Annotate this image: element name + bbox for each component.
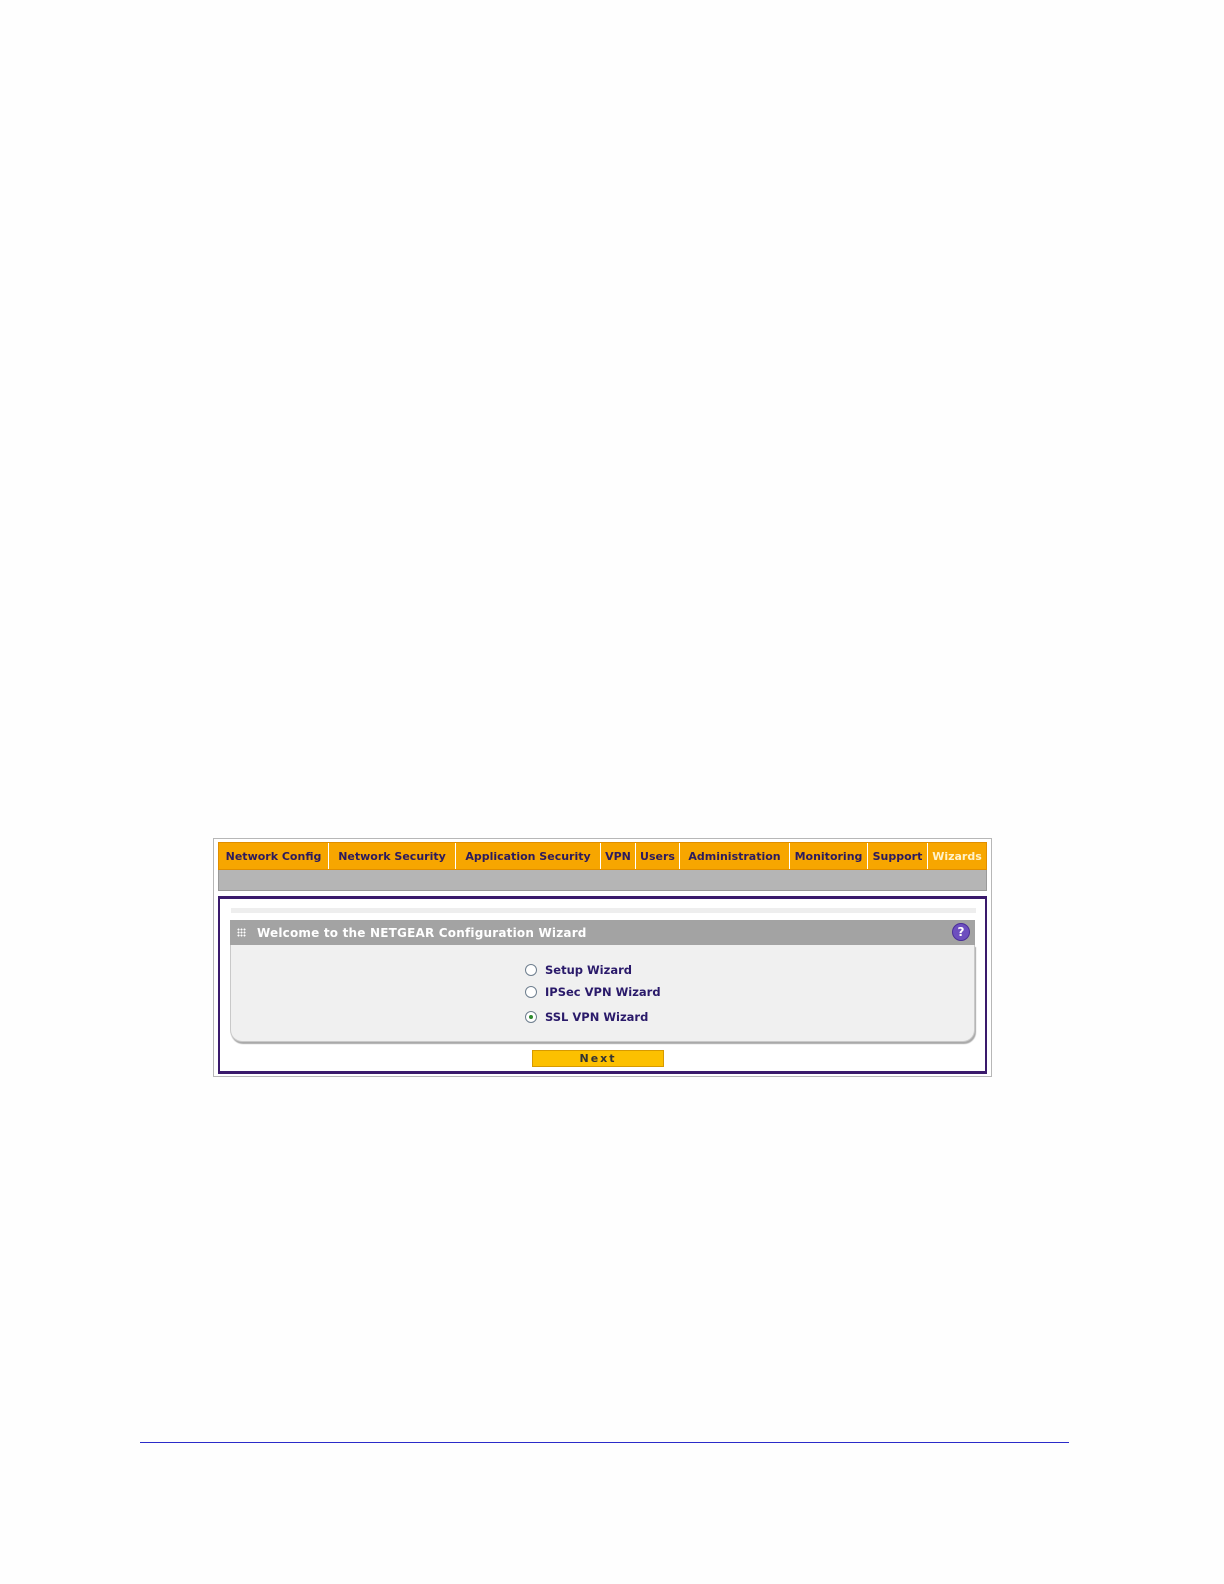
tab-application-security[interactable]: Application Security — [456, 843, 601, 869]
panel-header: Welcome to the NETGEAR Configuration Wiz… — [230, 920, 975, 945]
spacer-bar — [231, 908, 976, 913]
option-label: SSL VPN Wizard — [545, 1010, 649, 1024]
tab-network-security[interactable]: Network Security — [329, 843, 456, 869]
sub-navigation-bar — [218, 870, 987, 891]
option-ssl-vpn-wizard[interactable]: SSL VPN Wizard — [525, 1010, 648, 1024]
option-setup-wizard[interactable]: Setup Wizard — [525, 963, 632, 977]
tab-network-config[interactable]: Network Config — [219, 843, 329, 869]
option-label: Setup Wizard — [545, 963, 632, 977]
tab-monitoring[interactable]: Monitoring — [790, 843, 868, 869]
option-ipsec-vpn-wizard[interactable]: IPSec VPN Wizard — [525, 985, 661, 999]
tab-support[interactable]: Support — [868, 843, 928, 869]
panel-title: Welcome to the NETGEAR Configuration Wiz… — [257, 925, 587, 940]
footer-divider — [140, 1442, 1069, 1443]
top-navigation: Network Config Network Security Applicat… — [218, 842, 987, 870]
radio-setup-wizard[interactable] — [525, 964, 537, 976]
tab-administration[interactable]: Administration — [680, 843, 790, 869]
grip-icon — [237, 928, 246, 937]
tab-users[interactable]: Users — [636, 843, 680, 869]
tab-wizards[interactable]: Wizards — [928, 843, 986, 869]
wizard-screenshot: Network Config Network Security Applicat… — [213, 838, 992, 1077]
wizard-options-panel: Setup Wizard IPSec VPN Wizard SSL VPN Wi… — [230, 945, 975, 1042]
radio-ipsec-vpn-wizard[interactable] — [525, 986, 537, 998]
help-icon[interactable]: ? — [952, 923, 970, 941]
option-label: IPSec VPN Wizard — [545, 985, 661, 999]
radio-ssl-vpn-wizard[interactable] — [525, 1011, 537, 1023]
tab-vpn[interactable]: VPN — [601, 843, 636, 869]
next-button[interactable]: Next — [532, 1050, 664, 1067]
content-frame: Welcome to the NETGEAR Configuration Wiz… — [218, 896, 987, 1074]
